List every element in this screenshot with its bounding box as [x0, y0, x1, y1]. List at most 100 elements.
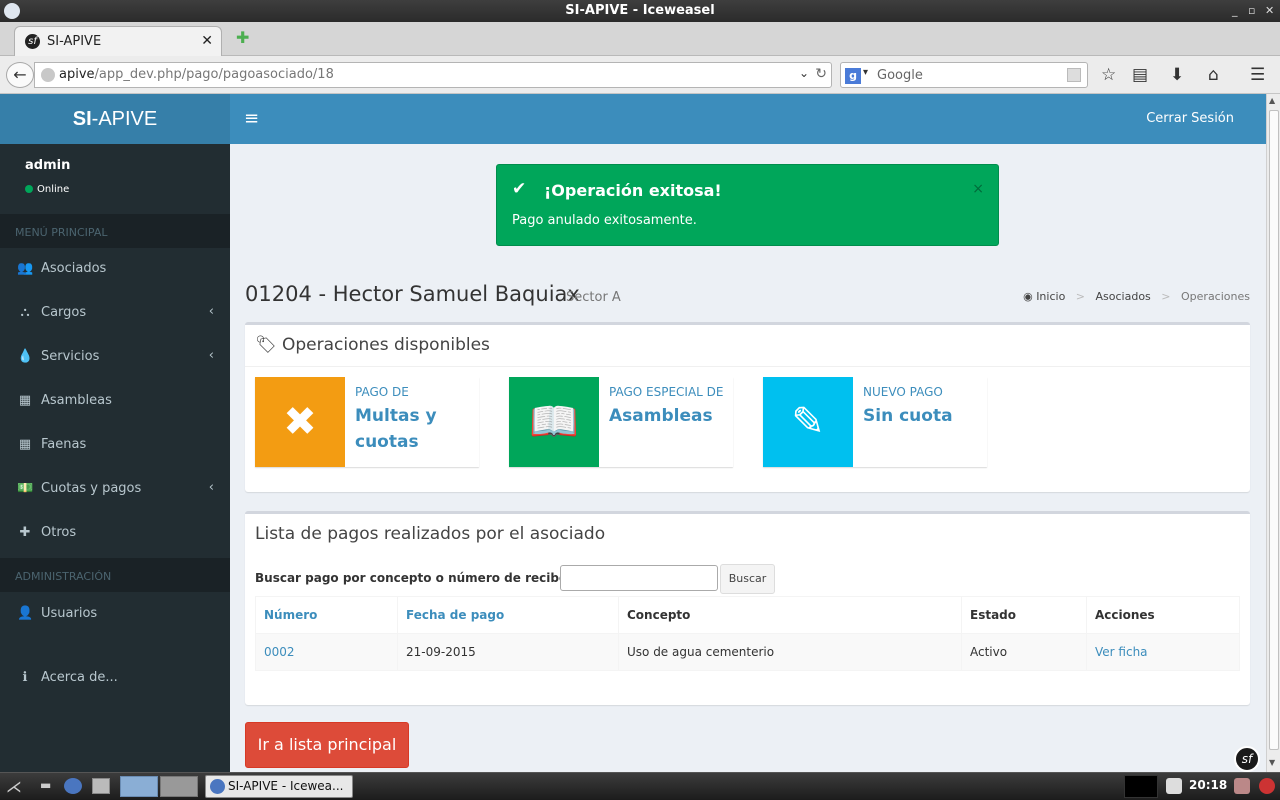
home-icon[interactable]: ⌂: [1208, 65, 1219, 85]
sidebar-item-servicios[interactable]: 💧 Servicios ‹: [0, 336, 230, 380]
back-button[interactable]: ←: [6, 62, 34, 88]
engine-dropdown-icon[interactable]: ▾: [863, 67, 868, 78]
water-drop-icon: 💧: [17, 349, 34, 364]
web-page: SI-APIVE ≡ Cerrar Sesión admin Online ME…: [0, 94, 1266, 772]
alert-close-button[interactable]: ×: [972, 181, 984, 197]
breadcrumb: ◉ Inicio > Asociados > Operaciones: [1023, 290, 1250, 303]
desktop-1[interactable]: [120, 776, 158, 797]
scroll-down-icon[interactable]: ▼: [1269, 758, 1275, 767]
sidebar-header-admin: ADMINISTRACIÓN: [0, 558, 230, 592]
sidebar-item-cuotas-pagos[interactable]: 💵 Cuotas y pagos ‹: [0, 468, 230, 512]
cell-fecha: 21-09-2015: [397, 633, 619, 671]
col-fecha[interactable]: Fecha de pago: [397, 596, 619, 634]
table-row: 0002 21-09-2015 Uso de agua cementerio A…: [255, 633, 1240, 671]
sidebar-item-usuarios[interactable]: 👤 Usuarios: [0, 593, 230, 637]
times-icon: ✖: [255, 377, 345, 467]
payment-search-input[interactable]: [560, 565, 718, 591]
menu-icon[interactable]: ☰: [1250, 65, 1265, 85]
col-concepto: Concepto: [618, 596, 962, 634]
cell-concepto: Uso de agua cementerio: [618, 633, 962, 671]
back-to-list-button[interactable]: Ir a lista principal: [245, 722, 409, 768]
browser-navbar: ← apive/app_dev.php/pago/pagoasociado/18…: [0, 56, 1280, 94]
browser-tabbar: sf SI-APIVE ✕ ✚: [0, 22, 1280, 56]
browser-launcher-icon[interactable]: [64, 778, 82, 794]
symfony-toolbar-icon[interactable]: sf: [1234, 746, 1260, 772]
iceweasel-icon: [4, 3, 20, 19]
taskbar-task-iceweasel[interactable]: SI-APIVE - Icewea...: [205, 775, 353, 798]
alert-title: ¡Operación exitosa!: [544, 181, 722, 200]
users-icon: 👥: [17, 261, 34, 276]
scroll-up-icon[interactable]: ▲: [1269, 96, 1275, 105]
op-sin-cuota[interactable]: ✎ NUEVO PAGO Sin cuota: [763, 377, 987, 467]
col-numero[interactable]: Número: [255, 596, 398, 634]
iceweasel-icon: [210, 779, 225, 794]
ver-ficha-link[interactable]: Ver ficha: [1086, 633, 1240, 671]
plus-icon: ✚: [19, 525, 31, 540]
lock-icon[interactable]: [1234, 778, 1250, 794]
bookmarks-list-icon[interactable]: ▤: [1132, 65, 1148, 85]
google-icon[interactable]: g: [845, 68, 861, 84]
operations-box: 🏷 Operaciones disponibles ✖ PAGO DE Mult…: [245, 322, 1250, 492]
clock: 20:18: [1189, 778, 1228, 792]
chevron-left-icon: ‹: [208, 304, 214, 319]
history-dropdown-icon[interactable]: ⌄: [799, 66, 809, 80]
app-logo[interactable]: SI-APIVE: [0, 94, 230, 144]
sitemap-icon: ⛬: [20, 305, 30, 320]
page-scrollbar[interactable]: ▲ ▼: [1266, 94, 1280, 772]
sidebar-item-cargos[interactable]: ⛬ Cargos ‹: [0, 292, 230, 336]
page-subtitle: Sector A: [566, 290, 621, 305]
show-desktop-icon[interactable]: ▬: [40, 778, 58, 794]
reload-icon[interactable]: ↻: [815, 66, 827, 82]
close-tab-icon[interactable]: ✕: [201, 33, 213, 49]
downloads-icon[interactable]: ⬇: [1170, 65, 1184, 85]
payments-box: Lista de pagos realizados por el asociad…: [245, 511, 1250, 705]
breadcrumb-separator: >: [1161, 290, 1171, 303]
bookmark-star-icon[interactable]: ☆: [1101, 65, 1116, 85]
page-title: 01204 - Hector Samuel Baquiax: [245, 282, 580, 306]
op-multas-cuotas[interactable]: ✖ PAGO DE Multas y cuotas: [255, 377, 479, 467]
online-dot-icon: [25, 185, 33, 193]
breadcrumb-asociados[interactable]: Asociados: [1096, 290, 1151, 303]
user-status: Online: [25, 184, 69, 195]
window-list-icon[interactable]: [92, 778, 110, 794]
payments-table: Número Fecha de pago Concepto Estado Acc…: [255, 596, 1240, 671]
cell-numero[interactable]: 0002: [255, 633, 398, 671]
window-titlebar: SI-APIVE - Iceweasel _ ▫ ✕: [0, 0, 1280, 22]
sidebar-item-acerca[interactable]: ℹ Acerca de...: [0, 657, 230, 701]
sidebar-item-faenas[interactable]: ▦ Faenas: [0, 424, 230, 468]
tag-icon: 🏷: [255, 335, 277, 355]
maximize-button[interactable]: ▫: [1248, 0, 1255, 22]
desktop-2[interactable]: [160, 776, 198, 797]
sidebar-item-asociados[interactable]: 👥 Asociados: [0, 248, 230, 292]
network-icon[interactable]: [1166, 778, 1182, 794]
dashboard-icon: ◉: [1023, 290, 1033, 303]
search-button[interactable]: Buscar: [720, 564, 775, 594]
money-icon: 💵: [17, 481, 34, 496]
minimize-button[interactable]: _: [1232, 0, 1238, 22]
breadcrumb-inicio[interactable]: Inicio: [1036, 290, 1065, 303]
url-bar[interactable]: apive/app_dev.php/pago/pagoasociado/18 ⌄…: [34, 62, 832, 88]
start-menu-icon[interactable]: ⋌: [6, 777, 22, 796]
scroll-thumb[interactable]: [1269, 110, 1279, 750]
sidebar-header-main: MENÚ PRINCIPAL: [0, 214, 230, 248]
browser-tab[interactable]: sf SI-APIVE ✕: [14, 26, 222, 56]
calendar-icon: ▦: [18, 437, 32, 452]
close-window-button[interactable]: ✕: [1265, 0, 1274, 22]
tab-label: SI-APIVE: [47, 34, 102, 49]
user-icon: 👤: [17, 606, 34, 621]
power-icon[interactable]: [1259, 778, 1275, 794]
sidebar-item-asambleas[interactable]: ▦ Asambleas: [0, 380, 230, 424]
sidebar: admin Online MENÚ PRINCIPAL 👥 Asociados …: [0, 144, 230, 772]
sidebar-toggle-icon[interactable]: ≡: [244, 108, 259, 129]
sidebar-item-otros[interactable]: ✚ Otros: [0, 512, 230, 556]
search-placeholder: Google: [877, 68, 923, 83]
op-asambleas[interactable]: 📖 PAGO ESPECIAL DE Asambleas: [509, 377, 733, 467]
url-text[interactable]: apive/app_dev.php/pago/pagoasociado/18: [59, 67, 334, 82]
check-icon: ✔: [512, 179, 527, 199]
cpu-monitor: [1124, 775, 1158, 798]
logout-link[interactable]: Cerrar Sesión: [1146, 111, 1234, 126]
book-icon: 📖: [509, 377, 599, 467]
new-tab-icon[interactable]: ✚: [236, 28, 249, 47]
search-bar[interactable]: g ▾ Google: [840, 62, 1088, 88]
search-go-icon[interactable]: [1067, 68, 1081, 82]
